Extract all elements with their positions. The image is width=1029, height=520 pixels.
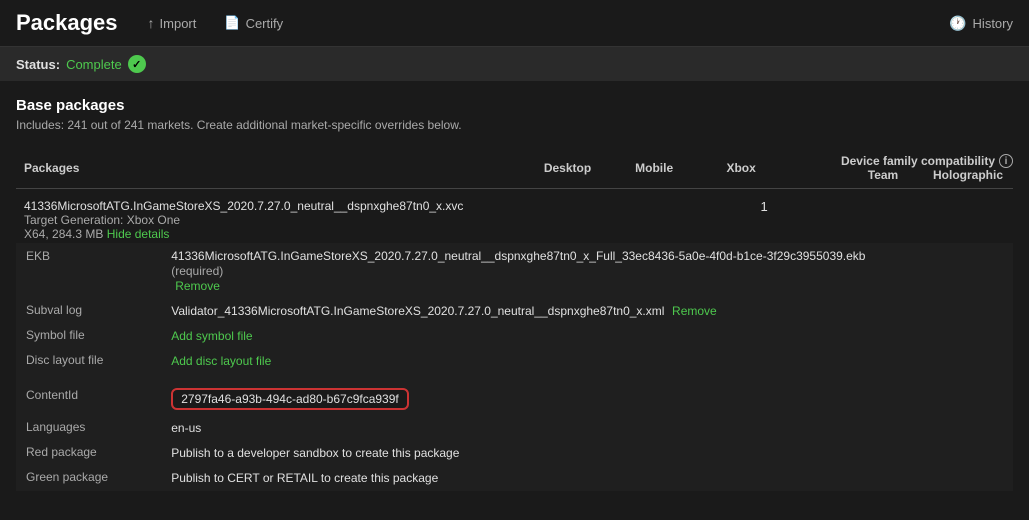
subval-filename: Validator_41336MicrosoftATG.InGameStoreX… [171, 304, 664, 318]
import-icon: ↑ [148, 15, 155, 31]
ekb-detail-row: EKB 41336MicrosoftATG.InGameStoreXS_2020… [18, 245, 1011, 297]
green-package-value-cell: Publish to CERT or RETAIL to create this… [163, 466, 1011, 489]
status-value: Complete [66, 57, 122, 72]
history-button[interactable]: 🕐 History [949, 15, 1013, 32]
red-package-row: Red package Publish to a developer sandb… [18, 441, 1011, 464]
section-subtitle: Includes: 241 out of 241 markets. Create… [16, 118, 1013, 132]
symbol-detail-row: Symbol file Add symbol file [18, 324, 1011, 347]
ekb-remove-link[interactable]: Remove [175, 279, 220, 293]
disc-add-link[interactable]: Add disc layout file [171, 354, 271, 368]
content-area: Base packages Includes: 241 out of 241 m… [0, 81, 1029, 507]
content-id-label: ContentId [18, 384, 161, 414]
col-header-mobile: Mobile [627, 148, 718, 189]
col-header-packages: Packages [16, 148, 536, 189]
disc-value-cell: Add disc layout file [163, 349, 1011, 372]
desktop-compat-cell [536, 189, 627, 244]
status-check-icon: ✓ [128, 55, 146, 73]
hide-details-link[interactable]: Hide details [107, 227, 170, 241]
disc-label: Disc layout file [18, 349, 161, 372]
red-package-label: Red package [18, 441, 161, 464]
status-bar: Status: Complete ✓ [0, 47, 1029, 81]
package-row: 41336MicrosoftATG.InGameStoreXS_2020.7.2… [16, 189, 1013, 244]
subval-value-cell: Validator_41336MicrosoftATG.InGameStoreX… [163, 299, 1011, 322]
disc-detail-row: Disc layout file Add disc layout file [18, 349, 1011, 372]
xbox-compat-cell: 1 [718, 189, 809, 244]
team-compat-cell [810, 189, 912, 244]
content-id-value-cell: 2797fa46-a93b-494c-ad80-b67c9fca939f [163, 384, 1011, 414]
green-package-row: Green package Publish to CERT or RETAIL … [18, 466, 1011, 489]
symbol-add-link[interactable]: Add symbol file [171, 329, 252, 343]
col-header-xbox: Xbox [718, 148, 809, 189]
header-actions: ↑ Import 📄 Certify [142, 11, 290, 35]
col-header-holo: Holographic [923, 168, 1013, 182]
languages-value-cell: en-us [163, 416, 1011, 439]
package-size: X64, 284.3 MB Hide details [24, 227, 528, 241]
green-package-value: Publish to CERT or RETAIL to create this… [171, 471, 438, 485]
certify-button[interactable]: 📄 Certify [218, 11, 289, 35]
red-package-value: Publish to a developer sandbox to create… [171, 446, 459, 460]
red-package-value-cell: Publish to a developer sandbox to create… [163, 441, 1011, 464]
col-header-compat: Device family compatibility i Team Holog… [810, 148, 1013, 189]
subval-detail-row: Subval log Validator_41336MicrosoftATG.I… [18, 299, 1011, 322]
history-icon: 🕐 [949, 15, 966, 32]
mobile-compat-cell [627, 189, 718, 244]
compat-info-icon[interactable]: i [999, 154, 1013, 168]
header: Packages ↑ Import 📄 Certify 🕐 History [0, 0, 1029, 47]
ekb-note: (required) [171, 264, 223, 278]
symbol-label: Symbol file [18, 324, 161, 347]
col-header-team: Team [843, 168, 923, 182]
ekb-row: EKB 41336MicrosoftATG.InGameStoreXS_2020… [16, 243, 1013, 491]
ekb-filename: 41336MicrosoftATG.InGameStoreXS_2020.7.2… [171, 249, 1003, 263]
packages-table: Packages Desktop Mobile Xbox Device fami… [16, 148, 1013, 491]
section-title: Base packages [16, 97, 1013, 114]
languages-row: Languages en-us [18, 416, 1011, 439]
green-package-label: Green package [18, 466, 161, 489]
holo-compat-cell [911, 189, 1013, 244]
subval-remove-link[interactable]: Remove [672, 304, 717, 318]
content-id-row: ContentId 2797fa46-a93b-494c-ad80-b67c9f… [18, 384, 1011, 414]
spacer-row [18, 374, 1011, 382]
certify-icon: 📄 [224, 15, 240, 31]
subval-label: Subval log [18, 299, 161, 322]
languages-value: en-us [171, 421, 201, 435]
symbol-value-cell: Add symbol file [163, 324, 1011, 347]
status-label: Status: [16, 57, 60, 72]
page-title: Packages [16, 10, 118, 36]
col-header-desktop: Desktop [536, 148, 627, 189]
languages-label: Languages [18, 416, 161, 439]
import-button[interactable]: ↑ Import [142, 11, 203, 35]
content-id-value: 2797fa46-a93b-494c-ad80-b67c9fca939f [171, 388, 409, 410]
package-info: 41336MicrosoftATG.InGameStoreXS_2020.7.2… [16, 189, 536, 244]
package-filename: 41336MicrosoftATG.InGameStoreXS_2020.7.2… [24, 199, 528, 213]
ekb-label: EKB [18, 245, 161, 297]
ekb-value-cell: 41336MicrosoftATG.InGameStoreXS_2020.7.2… [163, 245, 1011, 297]
package-target: Target Generation: Xbox One [24, 213, 528, 227]
